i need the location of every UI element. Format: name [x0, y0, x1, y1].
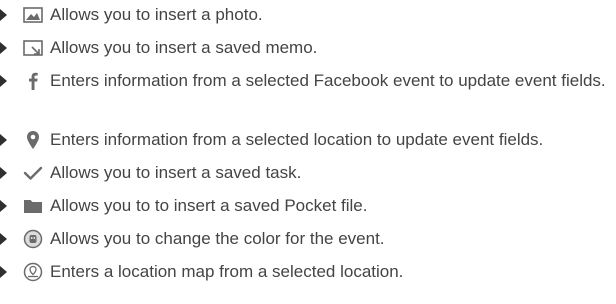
- list-item-text: Allows you to insert a saved memo.: [50, 38, 318, 57]
- folder-icon: [22, 195, 44, 217]
- list-item-text: Enters a location map from a selected lo…: [50, 262, 404, 281]
- photo-icon: [22, 4, 44, 26]
- facebook-icon: [22, 70, 44, 92]
- map-icon: [22, 261, 44, 283]
- list-item-text: Allows you to insert a photo.: [50, 5, 263, 24]
- list-item-text: Allows you to insert a saved task.: [50, 163, 302, 182]
- feature-list: Allows you to insert a photo. Allows you…: [0, 0, 616, 304]
- color-palette-icon: [22, 228, 44, 250]
- list-item-text: Enters information from a selected Faceb…: [50, 71, 606, 90]
- bullet-icon: [0, 233, 7, 245]
- location-pin-icon: [22, 129, 44, 151]
- list-item-text: Allows you to change the color for the e…: [50, 229, 385, 248]
- bullet-icon: [0, 266, 7, 278]
- bullet-icon: [0, 75, 7, 87]
- list-item-text: Allows you to to insert a saved Pocket f…: [50, 196, 368, 215]
- checkmark-icon: [22, 162, 44, 184]
- list-item-text: Enters information from a selected locat…: [50, 130, 544, 149]
- bullet-icon: [0, 134, 7, 146]
- bullet-icon: [0, 167, 7, 179]
- bullet-icon: [0, 42, 7, 54]
- bullet-icon: [0, 9, 7, 21]
- bullet-icon: [0, 200, 7, 212]
- memo-icon: [22, 37, 44, 59]
